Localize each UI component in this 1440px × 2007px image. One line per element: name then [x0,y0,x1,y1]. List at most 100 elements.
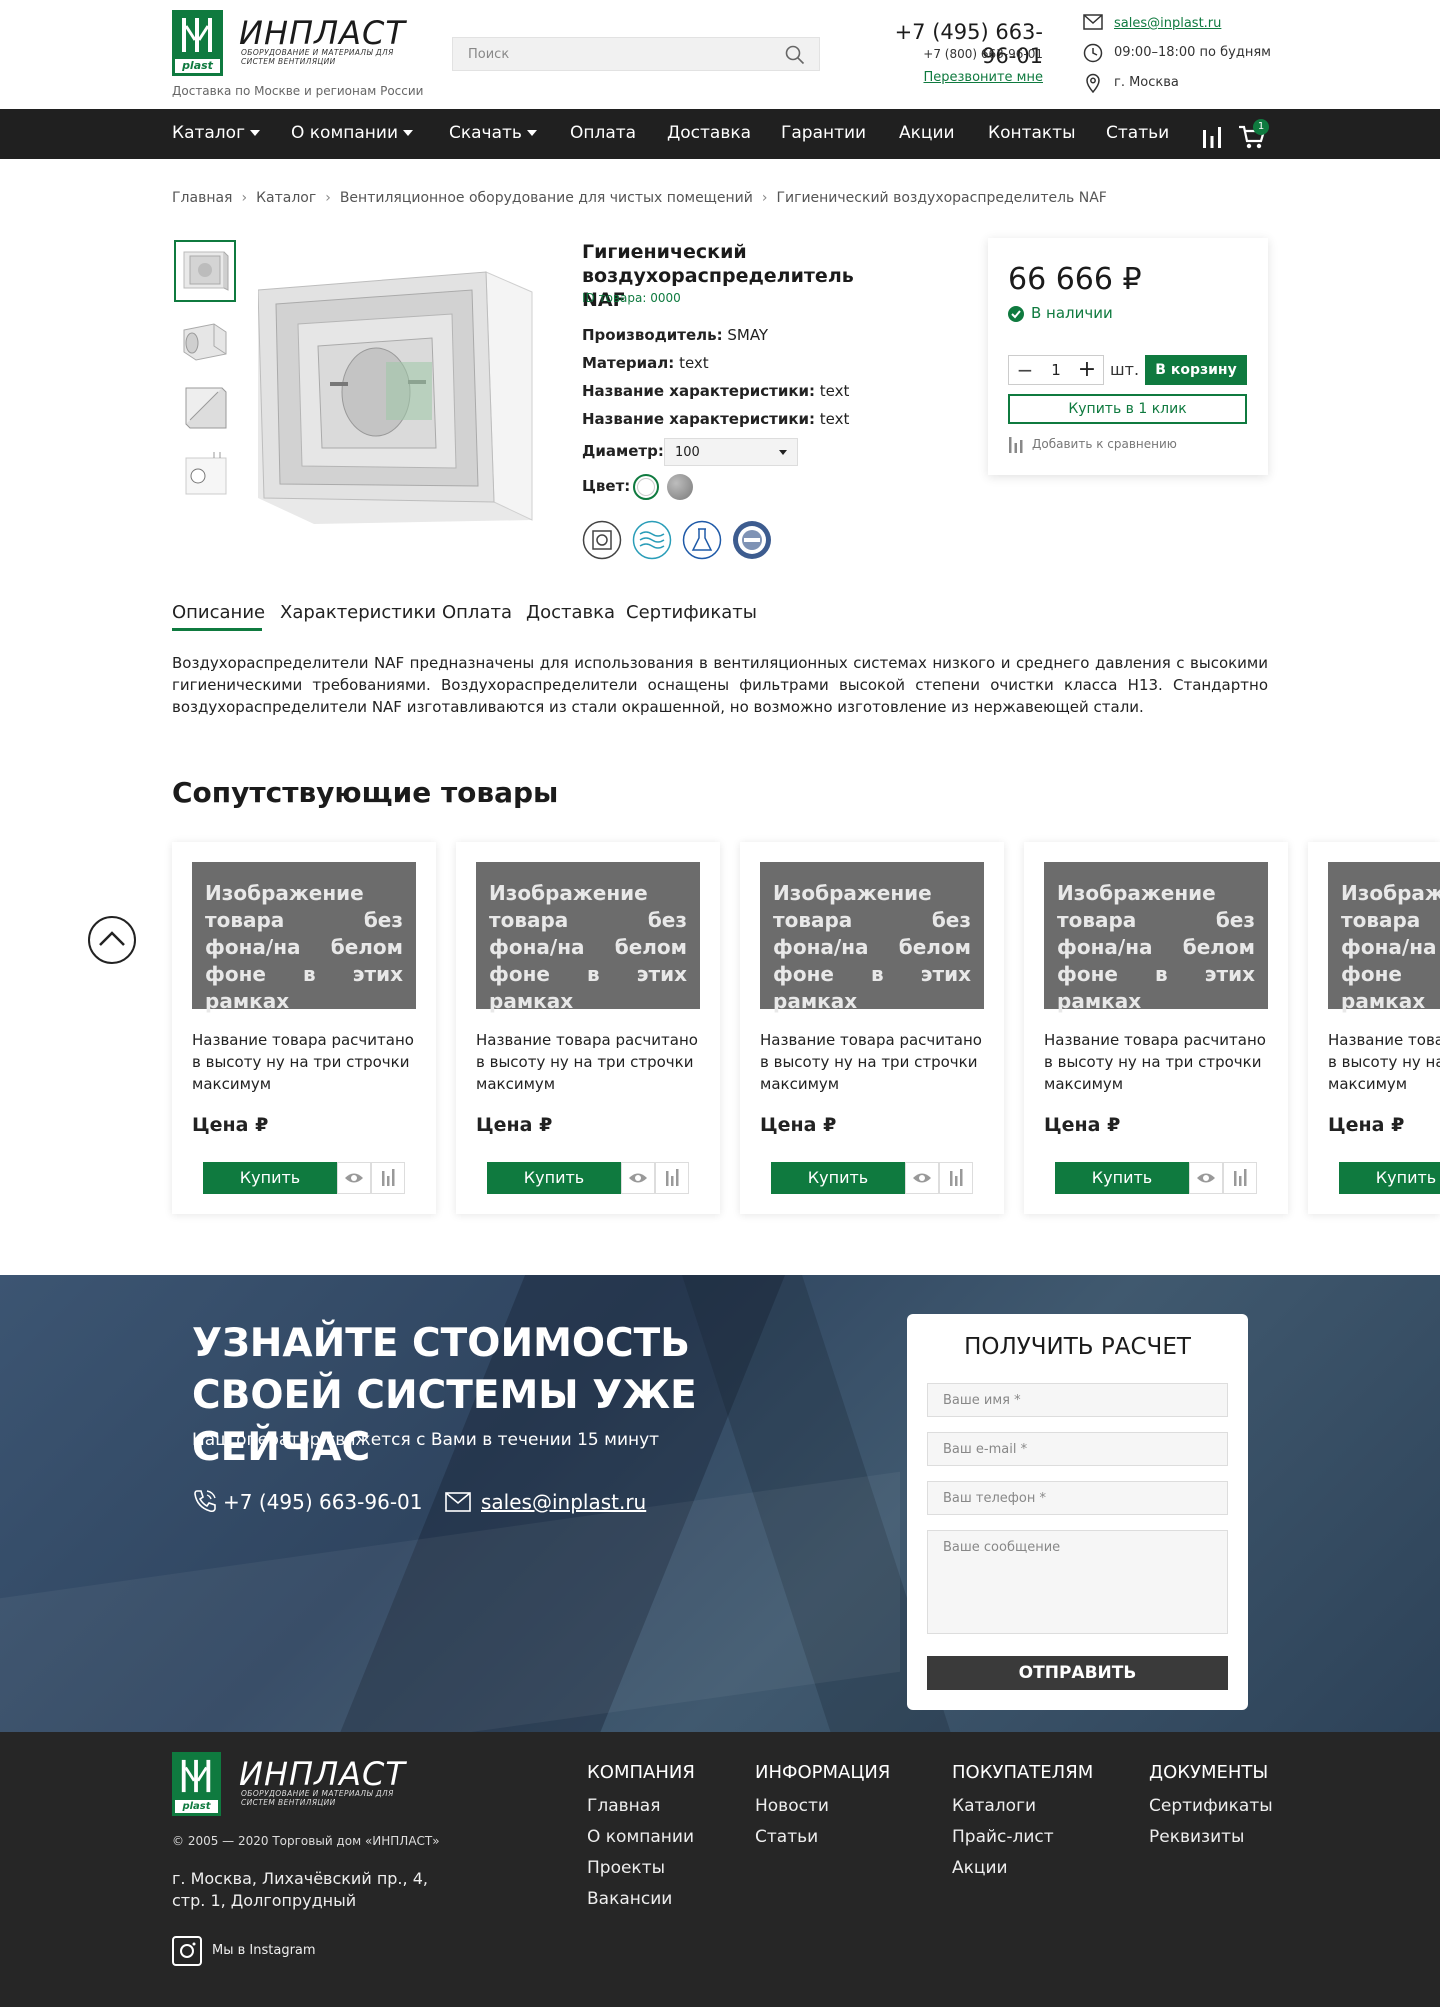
footer-logo-name[interactable]: ИНПЛАСТ [239,1755,406,1793]
product-card-name[interactable]: Название товара расчитано в высоту ну на… [1328,1029,1440,1095]
nav-item-payment[interactable]: Оплата [570,123,636,143]
footer-link[interactable]: Новости [755,1796,829,1816]
quality-seal-icon[interactable] [732,520,772,560]
logo-mark[interactable]: plast [172,10,223,76]
quantity-value[interactable]: 1 [1041,361,1071,379]
footer-logo-mark[interactable]: plast [172,1752,221,1816]
add-to-compare-link[interactable]: Добавить к сравнению [1008,435,1177,456]
product-card-name[interactable]: Название товара расчитано в высоту ну на… [476,1029,700,1095]
callback-link[interactable]: Перезвоните мне [862,70,1043,85]
nav-item-promo[interactable]: Акции [899,123,955,143]
search-input[interactable]: Поиск [452,37,820,71]
product-card[interactable]: Изображение товара без фона/на белом фон… [172,842,436,1214]
footer-link[interactable]: Сертификаты [1149,1796,1273,1816]
buy-button[interactable]: Купить [1055,1162,1189,1194]
product-card-name[interactable]: Название товара расчитано в высоту ну на… [1044,1029,1268,1095]
nav-item-contacts[interactable]: Контакты [988,123,1076,143]
logo-name[interactable]: ИНПЛАСТ [239,14,406,52]
quick-view-button[interactable] [621,1162,655,1194]
nav-item-articles[interactable]: Статьи [1106,123,1169,143]
airflow-icon[interactable] [632,520,672,560]
nav-item-catalog[interactable]: Каталог [172,123,261,143]
tab-payment[interactable]: Оплата [442,602,512,623]
footer-link[interactable]: Вакансии [587,1889,672,1909]
product-thumbnail[interactable] [174,444,236,506]
name-field[interactable]: Ваше имя * [927,1383,1228,1417]
tab-certificates[interactable]: Сертификаты [626,602,757,623]
compare-button[interactable] [655,1162,689,1194]
footer-link[interactable]: О компании [587,1827,694,1847]
breadcrumb-catalog[interactable]: Каталог [256,190,316,206]
product-image-placeholder[interactable]: Изображение товара без фона/на белом фон… [476,862,700,1013]
breadcrumb-category[interactable]: Вентиляционное оборудование для чистых п… [340,190,753,206]
breadcrumb-separator-icon: › [241,190,248,206]
compare-button[interactable] [1223,1162,1257,1194]
buy-button[interactable]: Купить [203,1162,337,1194]
color-swatch-white[interactable] [633,474,659,500]
footer-link[interactable]: Главная [587,1796,660,1816]
footer-link[interactable]: Прайс-лист [952,1827,1054,1847]
product-image-placeholder[interactable]: Изображение товара без фона/на белом фон… [192,862,416,1013]
nav-item-about[interactable]: О компании [291,123,414,143]
quick-view-button[interactable] [905,1162,939,1194]
footer-link[interactable]: Каталоги [952,1796,1036,1816]
quantity-increase-button[interactable]: + [1077,357,1097,382]
cta-phone[interactable]: +7 (495) 663-96-01 [192,1488,422,1516]
product-price: 66 666 ₽ [1008,262,1142,297]
mail-icon [1083,14,1103,30]
phone-field[interactable]: Ваш телефон * [927,1481,1228,1515]
product-image-placeholder[interactable]: Изображение товара без фона/на белом фон… [1044,862,1268,1013]
chevron-up-icon [99,931,125,946]
cta-email[interactable]: sales@inplast.ru [445,1488,646,1516]
buy-button[interactable]: Купить [1339,1162,1440,1194]
product-card-price: Цена ₽ [192,1114,269,1136]
footer-link[interactable]: Проекты [587,1858,665,1878]
product-image-placeholder[interactable]: Изображение товара без фона/на белом фон… [760,862,984,1013]
quick-view-button[interactable] [337,1162,371,1194]
tab-delivery[interactable]: Доставка [526,602,615,623]
product-image-placeholder[interactable]: Изображение товара без фона/на белом фон… [1328,862,1440,1013]
product-thumbnail[interactable] [174,240,236,302]
tab-description[interactable]: Описание [172,602,265,623]
buy-button[interactable]: Купить [487,1162,621,1194]
color-swatch-grey[interactable] [667,474,693,500]
diameter-select[interactable]: 100 [664,438,798,466]
nav-item-download[interactable]: Скачать [449,123,537,143]
email-field[interactable]: Ваш e-mail * [927,1432,1228,1466]
product-thumbnail[interactable] [174,308,236,370]
message-field[interactable]: Ваше сообщение [927,1530,1228,1634]
footer-link[interactable]: Акции [952,1858,1008,1878]
submit-button[interactable]: ОТПРАВИТЬ [927,1656,1228,1690]
product-card-name[interactable]: Название товара расчитано в высоту ну на… [760,1029,984,1095]
main-nav: Каталог О компании Скачать Оплата Достав… [0,109,1440,159]
product-main-image[interactable] [258,262,538,532]
footer-link[interactable]: Реквизиты [1149,1827,1244,1847]
add-to-cart-button[interactable]: В корзину [1145,355,1247,385]
product-card[interactable]: Изображение товара без фона/на белом фон… [456,842,720,1214]
tab-characteristics[interactable]: Характеристики [280,602,436,623]
one-click-buy-button[interactable]: Купить в 1 клик [1008,394,1247,424]
compare-icon [1234,1169,1247,1186]
buy-button[interactable]: Купить [771,1162,905,1194]
lab-flask-icon[interactable] [682,520,722,560]
product-card[interactable]: Изображение товара без фона/на белом фон… [1024,842,1288,1214]
nav-item-delivery[interactable]: Доставка [667,123,751,143]
product-card-name[interactable]: Название товара расчитано в высоту ну на… [192,1029,416,1095]
product-thumbnail[interactable] [174,376,236,438]
email-link[interactable]: sales@inplast.ru [1114,16,1221,31]
certificate-icon[interactable] [582,520,622,560]
compare-button[interactable] [371,1162,405,1194]
product-card[interactable]: Изображение товара без фона/на белом фон… [1308,842,1440,1214]
phone-sub[interactable]: +7 (800) 663-96-01 [862,47,1043,61]
compare-button[interactable] [939,1162,973,1194]
quick-view-button[interactable] [1189,1162,1223,1194]
nav-item-guarantees[interactable]: Гарантии [781,123,866,143]
footer-link[interactable]: Статьи [755,1827,818,1847]
breadcrumb-home[interactable]: Главная [172,190,232,206]
search-icon[interactable] [785,45,805,65]
compare-icon[interactable] [1202,126,1222,148]
quantity-decrease-button[interactable]: − [1015,358,1035,382]
product-card[interactable]: Изображение товара без фона/на белом фон… [740,842,1004,1214]
scroll-to-top-button[interactable] [88,916,136,964]
quote-form: ПОЛУЧИТЬ РАСЧЕТ Ваше имя * Ваш e-mail * … [907,1314,1248,1710]
